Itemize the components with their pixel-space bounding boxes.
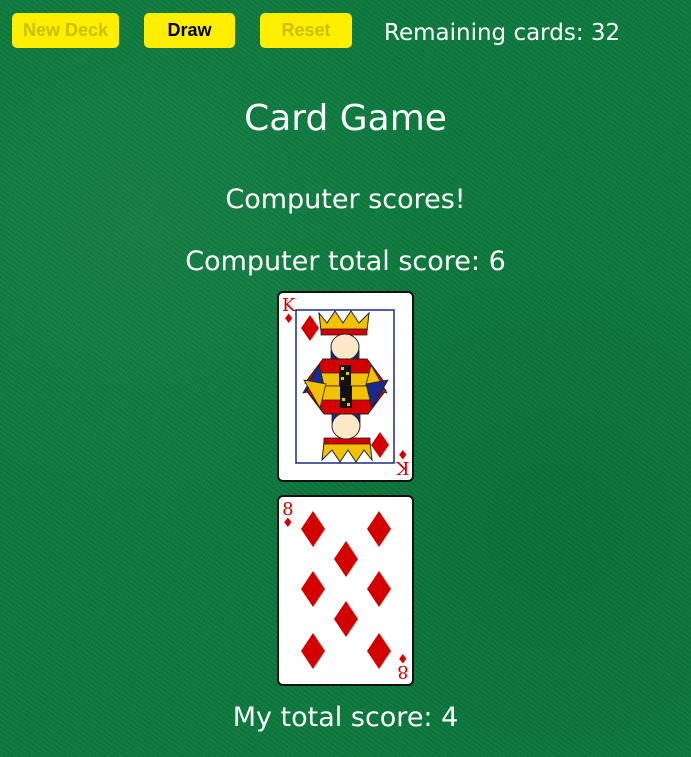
- reset-button[interactable]: Reset: [260, 13, 352, 48]
- diamond-icon: [301, 511, 325, 547]
- king-face-art: [295, 309, 395, 464]
- player-card: 8 ♦ 8 ♦: [277, 495, 414, 686]
- diamond-icon: [301, 571, 325, 607]
- round-result-message: Computer scores!: [225, 184, 466, 215]
- toolbar: New Deck Draw Reset Remaining cards: 32: [0, 0, 691, 60]
- diamond-icon: [367, 571, 391, 607]
- draw-button[interactable]: Draw: [144, 13, 235, 48]
- diamond-icon: ♦: [397, 650, 409, 665]
- diamond-icon: [301, 633, 325, 669]
- new-deck-button[interactable]: New Deck: [12, 13, 119, 48]
- card-corner-bottom: K ♦: [396, 446, 409, 478]
- diamond-icon: [334, 541, 358, 577]
- diamond-icon: [367, 511, 391, 547]
- diamond-icon: [334, 601, 358, 637]
- eight-pips-art: [301, 511, 391, 669]
- diamond-icon: [367, 633, 391, 669]
- diamond-icon: ♦: [396, 446, 409, 461]
- page-title: Card Game: [244, 98, 447, 139]
- card-corner-bottom: 8 ♦: [397, 650, 409, 682]
- remaining-cards-count: Remaining cards: 32: [384, 20, 621, 46]
- computer-card: K ♦ K ♦: [277, 291, 414, 482]
- computer-score: Computer total score: 6: [185, 246, 506, 277]
- player-score: My total score: 4: [232, 702, 459, 733]
